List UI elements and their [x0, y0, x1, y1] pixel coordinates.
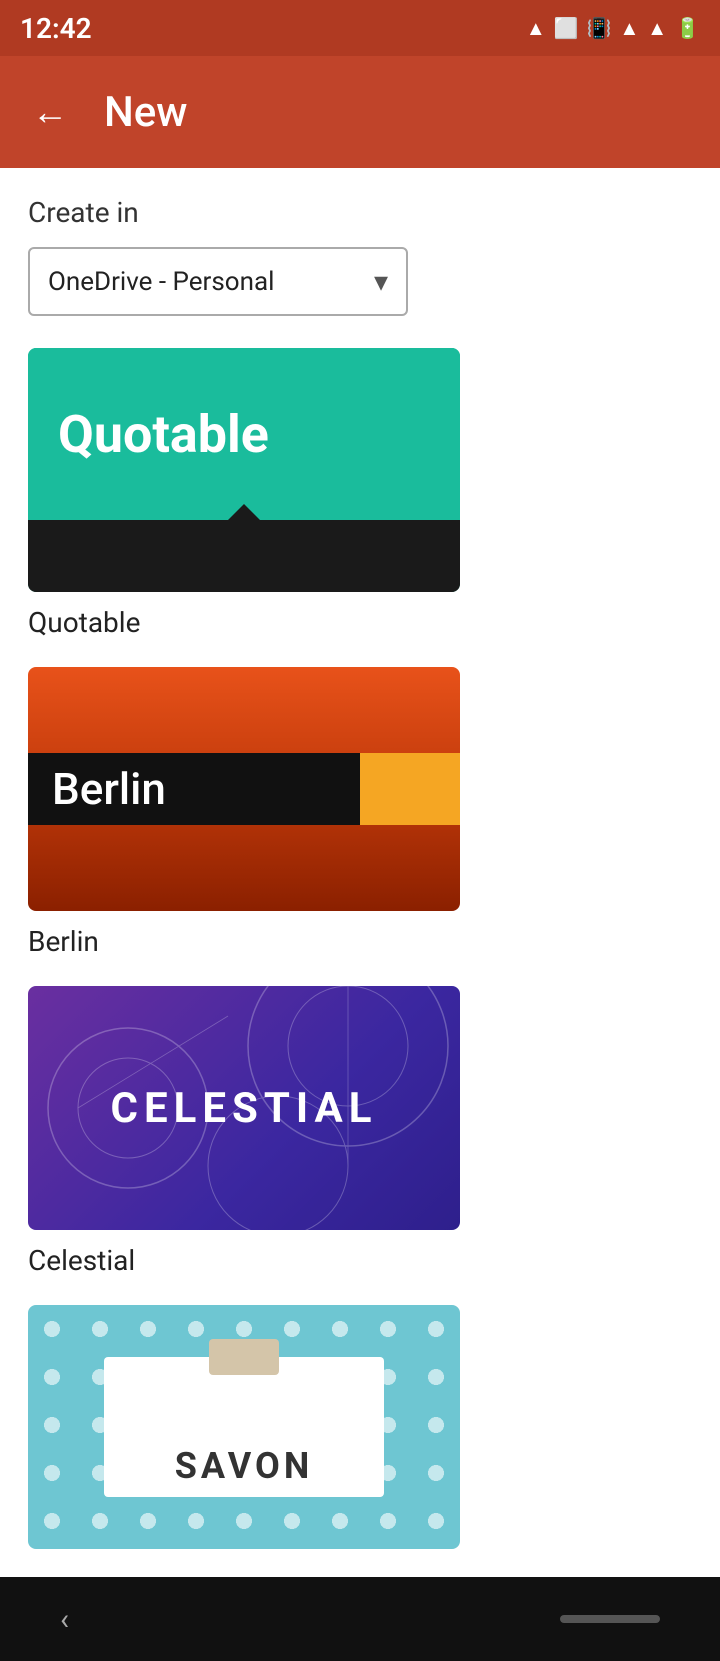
template-savon[interactable]: SAVON	[28, 1305, 692, 1549]
berlin-label: Berlin	[28, 925, 99, 958]
quotable-label: Quotable	[28, 606, 140, 639]
status-icons: ▲ ⬜ 📳 ▲ ▲ 🔋	[526, 16, 700, 41]
wifi-icon: ▲	[620, 16, 640, 41]
template-celestial[interactable]: CELESTIAL Celestial	[28, 986, 692, 1277]
back-button[interactable]: ←	[24, 86, 76, 138]
main-content: Create in OneDrive - Personal ▾ Quotable…	[0, 168, 720, 1577]
navigation-bar: ‹	[0, 1577, 720, 1661]
savon-thumbnail: SAVON	[28, 1305, 460, 1549]
savon-thumb-text: SAVON	[175, 1445, 313, 1487]
page-title: New	[104, 88, 187, 137]
battery-icon: 🔋	[675, 16, 700, 40]
signal-bars-icon: ▲	[647, 16, 667, 41]
quotable-thumbnail: Quotable	[28, 348, 460, 592]
savon-tag	[209, 1339, 279, 1375]
celestial-thumbnail: CELESTIAL	[28, 986, 460, 1230]
status-bar: 12:42 ▲ ⬜ 📳 ▲ ▲ 🔋	[0, 0, 720, 56]
celestial-thumb-text: CELESTIAL	[111, 1084, 378, 1133]
home-pill[interactable]	[560, 1615, 660, 1623]
location-dropdown[interactable]: OneDrive - Personal ▾	[28, 247, 408, 316]
template-berlin[interactable]: Berlin Berlin	[28, 667, 692, 958]
status-time: 12:42	[20, 12, 92, 45]
nav-back-icon[interactable]: ‹	[60, 1602, 69, 1637]
app-bar: ← New	[0, 56, 720, 168]
celestial-label: Celestial	[28, 1244, 135, 1277]
chevron-down-icon: ▾	[374, 265, 388, 298]
cast-icon: ⬜	[554, 16, 579, 40]
signal-icon: ▲	[526, 16, 546, 41]
vibrate-icon: 📳	[587, 16, 612, 40]
location-dropdown-wrapper[interactable]: OneDrive - Personal ▾	[28, 247, 692, 316]
berlin-thumb-text: Berlin	[52, 763, 166, 815]
location-value: OneDrive - Personal	[48, 267, 274, 297]
quotable-thumb-text: Quotable	[58, 404, 269, 465]
create-in-label: Create in	[28, 196, 692, 229]
template-quotable[interactable]: Quotable Quotable	[28, 348, 692, 639]
berlin-thumbnail: Berlin	[28, 667, 460, 911]
